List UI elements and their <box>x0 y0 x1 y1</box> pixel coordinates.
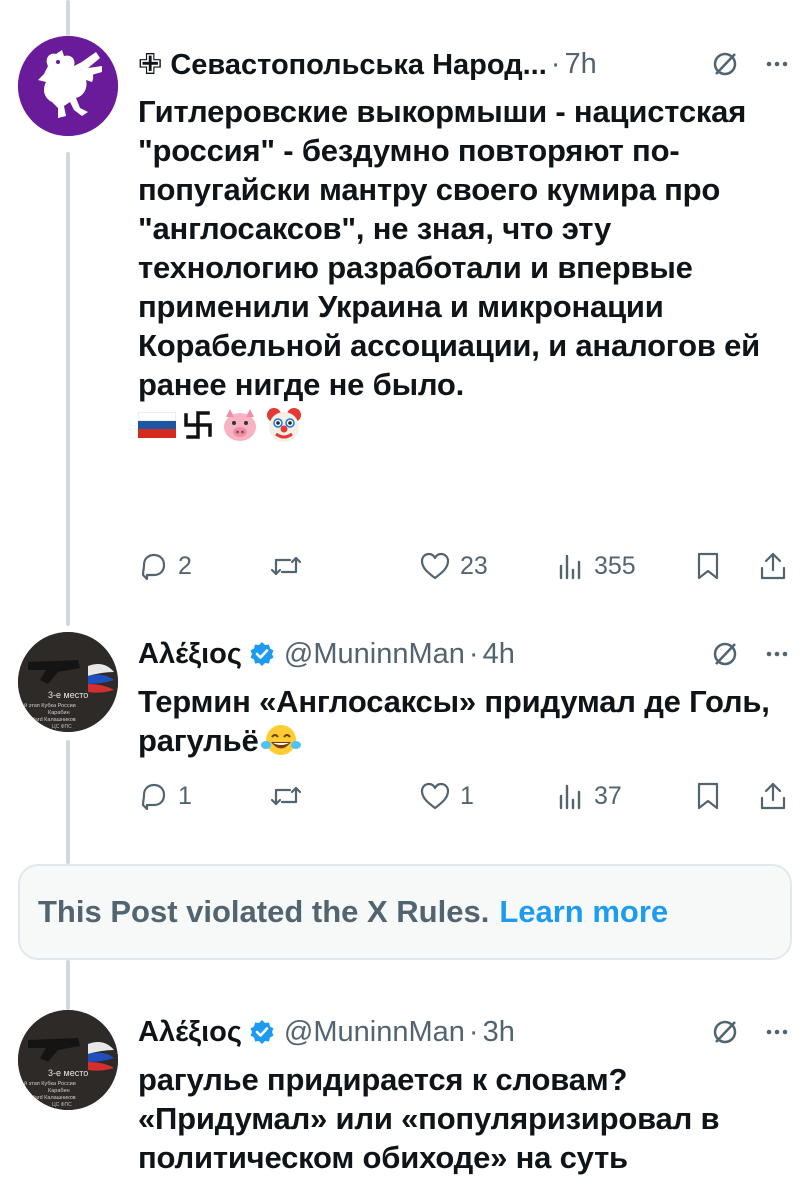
more-icon[interactable] <box>762 639 792 669</box>
russia-flag-icon <box>138 412 176 438</box>
share-icon <box>760 552 786 580</box>
handle[interactable]: @MuninnMan <box>284 1016 465 1049</box>
like-button[interactable]: 1 <box>418 774 474 818</box>
grok-icon[interactable] <box>710 639 740 669</box>
header-actions <box>710 1012 792 1052</box>
thread-line <box>66 0 70 36</box>
avatar-caption: й этап Кубка России <box>24 1080 76 1087</box>
post-text-content: Термин «Англосаксы» придумал де Голь, ра… <box>138 684 770 758</box>
violation-notice: This Post violated the X Rules. Learn mo… <box>18 864 792 960</box>
bookmark-button[interactable] <box>694 774 722 818</box>
pig-face-icon <box>224 409 256 441</box>
avatar-caption: ЦС ФПС <box>52 1102 72 1108</box>
grok-icon[interactable] <box>710 49 740 79</box>
post-header: Αλέξιος @MuninnMan · 3h <box>138 1012 792 1052</box>
post-text: Гитлеровские выкормыши - нацистская "рос… <box>138 94 761 402</box>
violation-message: This Post violated the X Rules. <box>38 894 490 929</box>
thread-line <box>66 152 70 626</box>
grok-icon[interactable] <box>710 1017 740 1047</box>
reply-icon <box>141 553 166 581</box>
repost-button[interactable] <box>268 774 304 818</box>
views-button[interactable]: 355 <box>556 544 636 588</box>
verified-badge-icon[interactable] <box>248 640 276 668</box>
avatar[interactable] <box>18 36 118 136</box>
griffin-icon <box>18 36 118 136</box>
avatar-caption: tandard Калашников <box>24 1095 76 1101</box>
post-header: Αλέξιος @MuninnMan · 4h <box>138 634 792 674</box>
post-actions: 2 23 355 <box>138 544 792 588</box>
timestamp[interactable]: 3h <box>483 1016 515 1049</box>
views-count: 355 <box>594 551 636 580</box>
handle[interactable]: @MuninnMan <box>284 638 465 671</box>
like-count: 1 <box>460 781 474 810</box>
reply-count: 1 <box>178 781 192 810</box>
reply-button[interactable]: 2 <box>138 544 192 588</box>
reply-icon <box>141 783 166 811</box>
timestamp[interactable]: 7h <box>564 48 596 81</box>
like-count: 23 <box>460 551 488 580</box>
avatar-caption: Карабин <box>48 1088 70 1094</box>
thread-line <box>66 740 70 864</box>
post-text: Термин «Англосаксы» придумал де Голь, ра… <box>138 682 788 760</box>
avatar-image: 3-е место й этап Кубка России Карабин ta… <box>18 1010 118 1110</box>
avatar[interactable]: 3-е место й этап Кубка России Карабин ta… <box>18 632 118 732</box>
display-name[interactable]: ✙ Севастопольська Народ... <box>138 47 547 82</box>
repost-icon <box>270 556 302 576</box>
thread-line <box>66 960 70 1010</box>
avatar[interactable]: 3-е место й этап Кубка России Карабин ta… <box>18 1010 118 1110</box>
display-name[interactable]: Αλέξιος <box>138 638 242 671</box>
avatar-caption: 3-е место <box>48 1068 88 1078</box>
timestamp[interactable]: 4h <box>483 638 515 671</box>
clown-face-icon <box>267 408 301 442</box>
post-text: рагулье придирается к словам? «Придумал»… <box>138 1062 720 1175</box>
views-icon <box>559 554 581 580</box>
learn-more-link[interactable]: Learn more <box>499 894 668 930</box>
share-button[interactable] <box>758 774 788 818</box>
share-button[interactable] <box>758 544 788 588</box>
avatar-caption: й этап Кубка России <box>24 702 76 709</box>
display-name[interactable]: Αλέξιος <box>138 1016 242 1049</box>
heart-icon <box>420 552 450 580</box>
avatar-caption: Карабин <box>48 710 70 716</box>
swastika-icon <box>184 411 212 439</box>
heart-icon <box>420 782 450 810</box>
separator-dot: · <box>550 47 561 80</box>
more-icon[interactable] <box>762 1017 792 1047</box>
separator-dot: · <box>468 1015 479 1048</box>
post-actions: 1 1 37 <box>138 774 792 818</box>
views-button[interactable]: 37 <box>556 774 622 818</box>
reply-count: 2 <box>178 551 192 580</box>
avatar-caption: ЦС ФПС <box>52 724 72 730</box>
emoji-row <box>138 404 792 446</box>
header-actions <box>710 44 792 84</box>
avatar-caption: tandard Калашников <box>24 717 76 723</box>
bookmark-icon <box>697 552 719 580</box>
avatar-caption: 3-е место <box>48 690 88 700</box>
bookmark-button[interactable] <box>694 544 722 588</box>
like-button[interactable]: 23 <box>418 544 488 588</box>
reply-button[interactable]: 1 <box>138 774 192 818</box>
views-count: 37 <box>594 781 622 810</box>
separator-dot: · <box>468 637 479 670</box>
header-actions <box>710 634 792 674</box>
repost-icon <box>270 786 302 806</box>
avatar-image: 3-е место й этап Кубка России Карабин ta… <box>18 632 118 732</box>
tears-of-joy-icon <box>260 725 301 755</box>
views-icon <box>559 784 581 810</box>
post-header: ✙ Севастопольська Народ... · 7h <box>138 44 792 84</box>
more-icon[interactable] <box>762 49 792 79</box>
share-icon <box>760 782 786 810</box>
verified-badge-icon[interactable] <box>248 1018 276 1046</box>
repost-button[interactable] <box>268 544 304 588</box>
bookmark-icon <box>697 782 719 810</box>
